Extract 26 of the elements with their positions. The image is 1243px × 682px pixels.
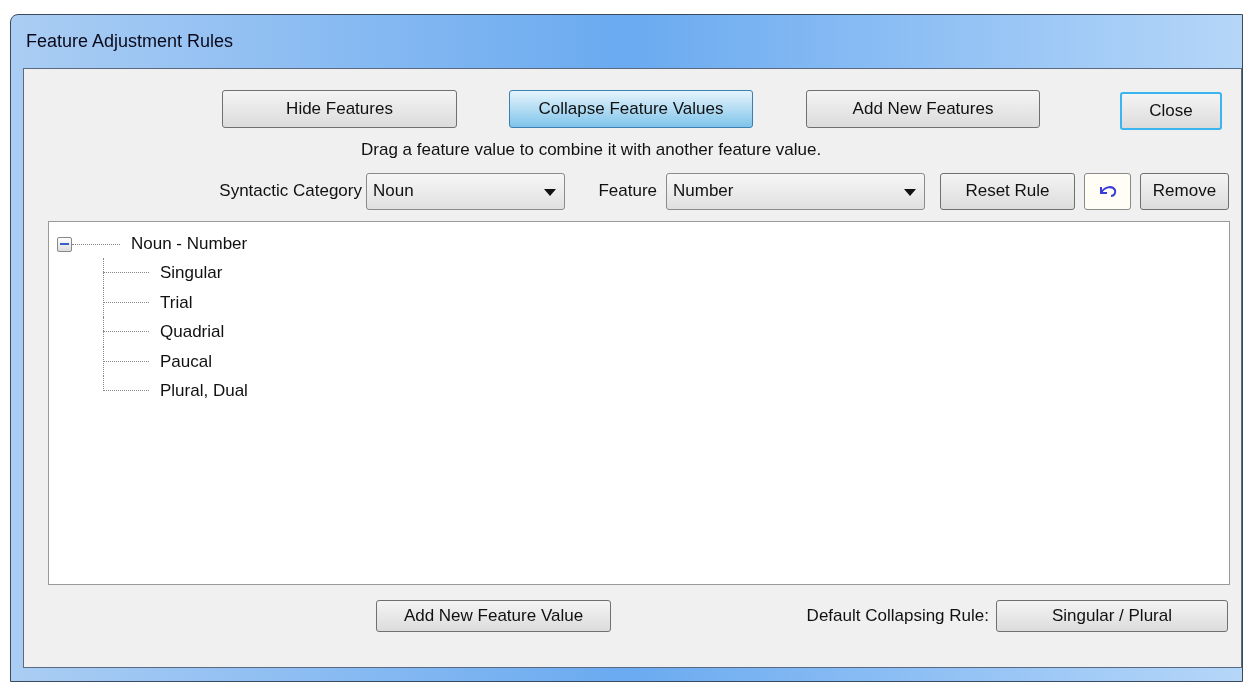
remove-button[interactable]: Remove — [1140, 172, 1229, 210]
instruction-text: Drag a feature value to combine it with another feature value. — [361, 139, 822, 162]
tree-item[interactable]: Plural, Dual — [160, 378, 248, 404]
toolbar-button[interactable]: Hide Features — [222, 90, 457, 128]
window-title: Feature Adjustment Rules — [26, 30, 234, 53]
undo-button[interactable] — [1084, 172, 1131, 210]
toolbar-button[interactable]: Add New Features — [806, 90, 1040, 128]
default-rule-button[interactable]: Singular / Plural — [996, 600, 1228, 632]
dropdown[interactable]: Noun — [366, 172, 565, 210]
tree-item[interactable]: Trial — [160, 289, 193, 315]
add-feature-value-button[interactable]: Add New Feature Value — [376, 600, 611, 632]
tree-item[interactable]: Quadrial — [160, 319, 225, 345]
collapse-toggle-icon[interactable] — [57, 236, 72, 252]
toolbar-button[interactable]: Collapse Feature Values — [509, 90, 753, 128]
dropdown-arrow-icon — [904, 188, 916, 196]
dropdown[interactable]: Number — [666, 172, 925, 210]
close-button[interactable]: Close — [1120, 92, 1222, 130]
field-label: Syntactic Category — [218, 180, 362, 203]
tree-item[interactable]: Singular — [160, 260, 223, 286]
reset-rule-button[interactable]: Reset Rule — [940, 172, 1075, 210]
field-label: Feature — [597, 180, 657, 203]
dropdown-arrow-icon — [544, 188, 556, 196]
undo-icon — [1097, 184, 1118, 198]
tree-item[interactable]: Paucal — [160, 348, 212, 374]
field-label: Default Collapsing Rule: — [805, 605, 989, 628]
tree-item[interactable]: Noun - Number — [131, 231, 248, 257]
